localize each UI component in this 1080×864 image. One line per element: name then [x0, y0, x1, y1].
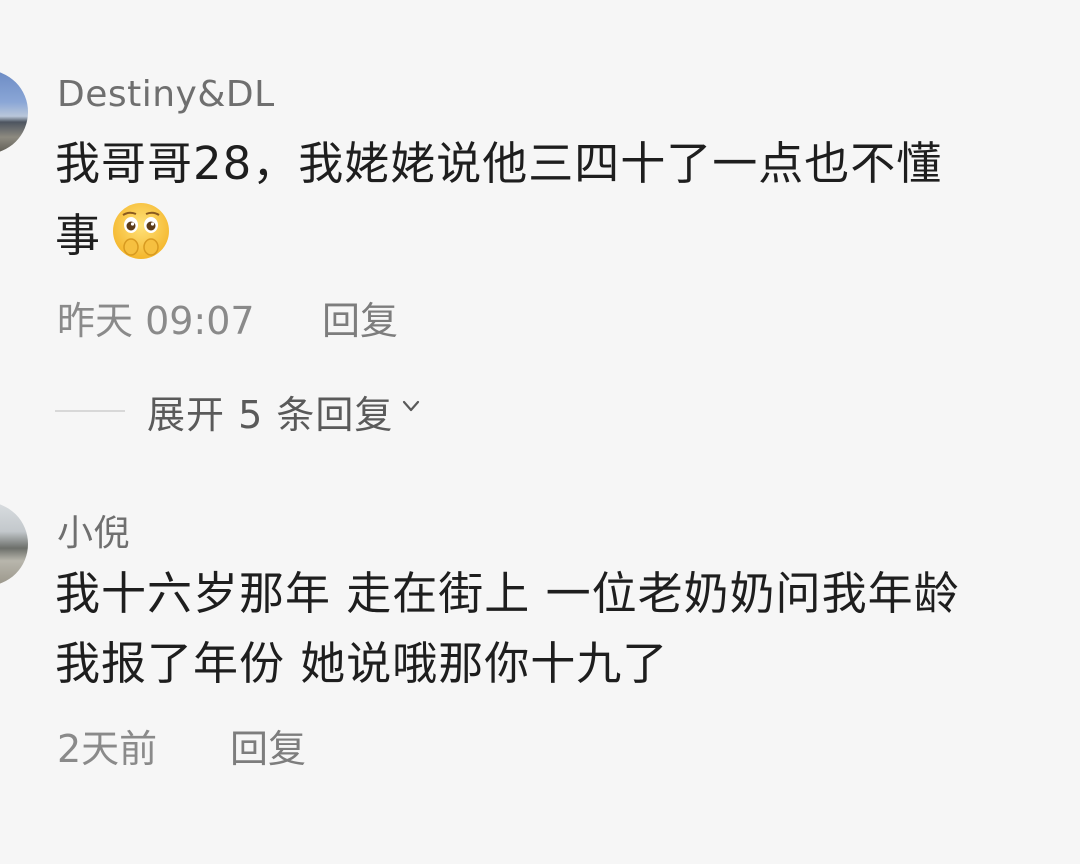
reply-button[interactable]: 回复: [230, 718, 306, 773]
comment-text: 我哥哥28，我姥姥说他三四十了一点也不懂 事: [55, 129, 942, 271]
comment-text-line: 事: [55, 199, 942, 271]
avatar[interactable]: [0, 502, 28, 586]
divider: [55, 410, 125, 412]
comment-text-line: 我哥哥28，我姥姥说他三四十了一点也不懂: [55, 137, 943, 190]
comment-text-line: 我十六岁那年 走在街上 一位老奶奶问我年龄: [55, 567, 960, 620]
comment-text: 我十六岁那年 走在街上 一位老奶奶问我年龄 我报了年份 她说哦那你十九了: [55, 559, 960, 699]
reply-button[interactable]: 回复: [322, 290, 398, 345]
expand-replies-label: 展开 5 条回复: [147, 392, 394, 437]
chevron-down-icon: [403, 400, 420, 412]
comment-text-line: 我报了年份 她说哦那你十九了: [55, 637, 669, 690]
comment-username[interactable]: 小倪: [57, 504, 130, 556]
avatar[interactable]: [0, 70, 28, 154]
comment-username[interactable]: Destiny&DL: [57, 74, 275, 115]
comment-text-tail: 事: [55, 209, 102, 262]
comment-timestamp: 昨天 09:07: [57, 299, 255, 343]
pleading-face-icon: [113, 203, 170, 259]
comment-list: Destiny&DL 我哥哥28，我姥姥说他三四十了一点也不懂 事 昨天 09:…: [0, 0, 1080, 864]
expand-replies-button[interactable]: 展开 5 条回复: [55, 386, 421, 437]
comment-timestamp: 2天前: [57, 727, 158, 771]
